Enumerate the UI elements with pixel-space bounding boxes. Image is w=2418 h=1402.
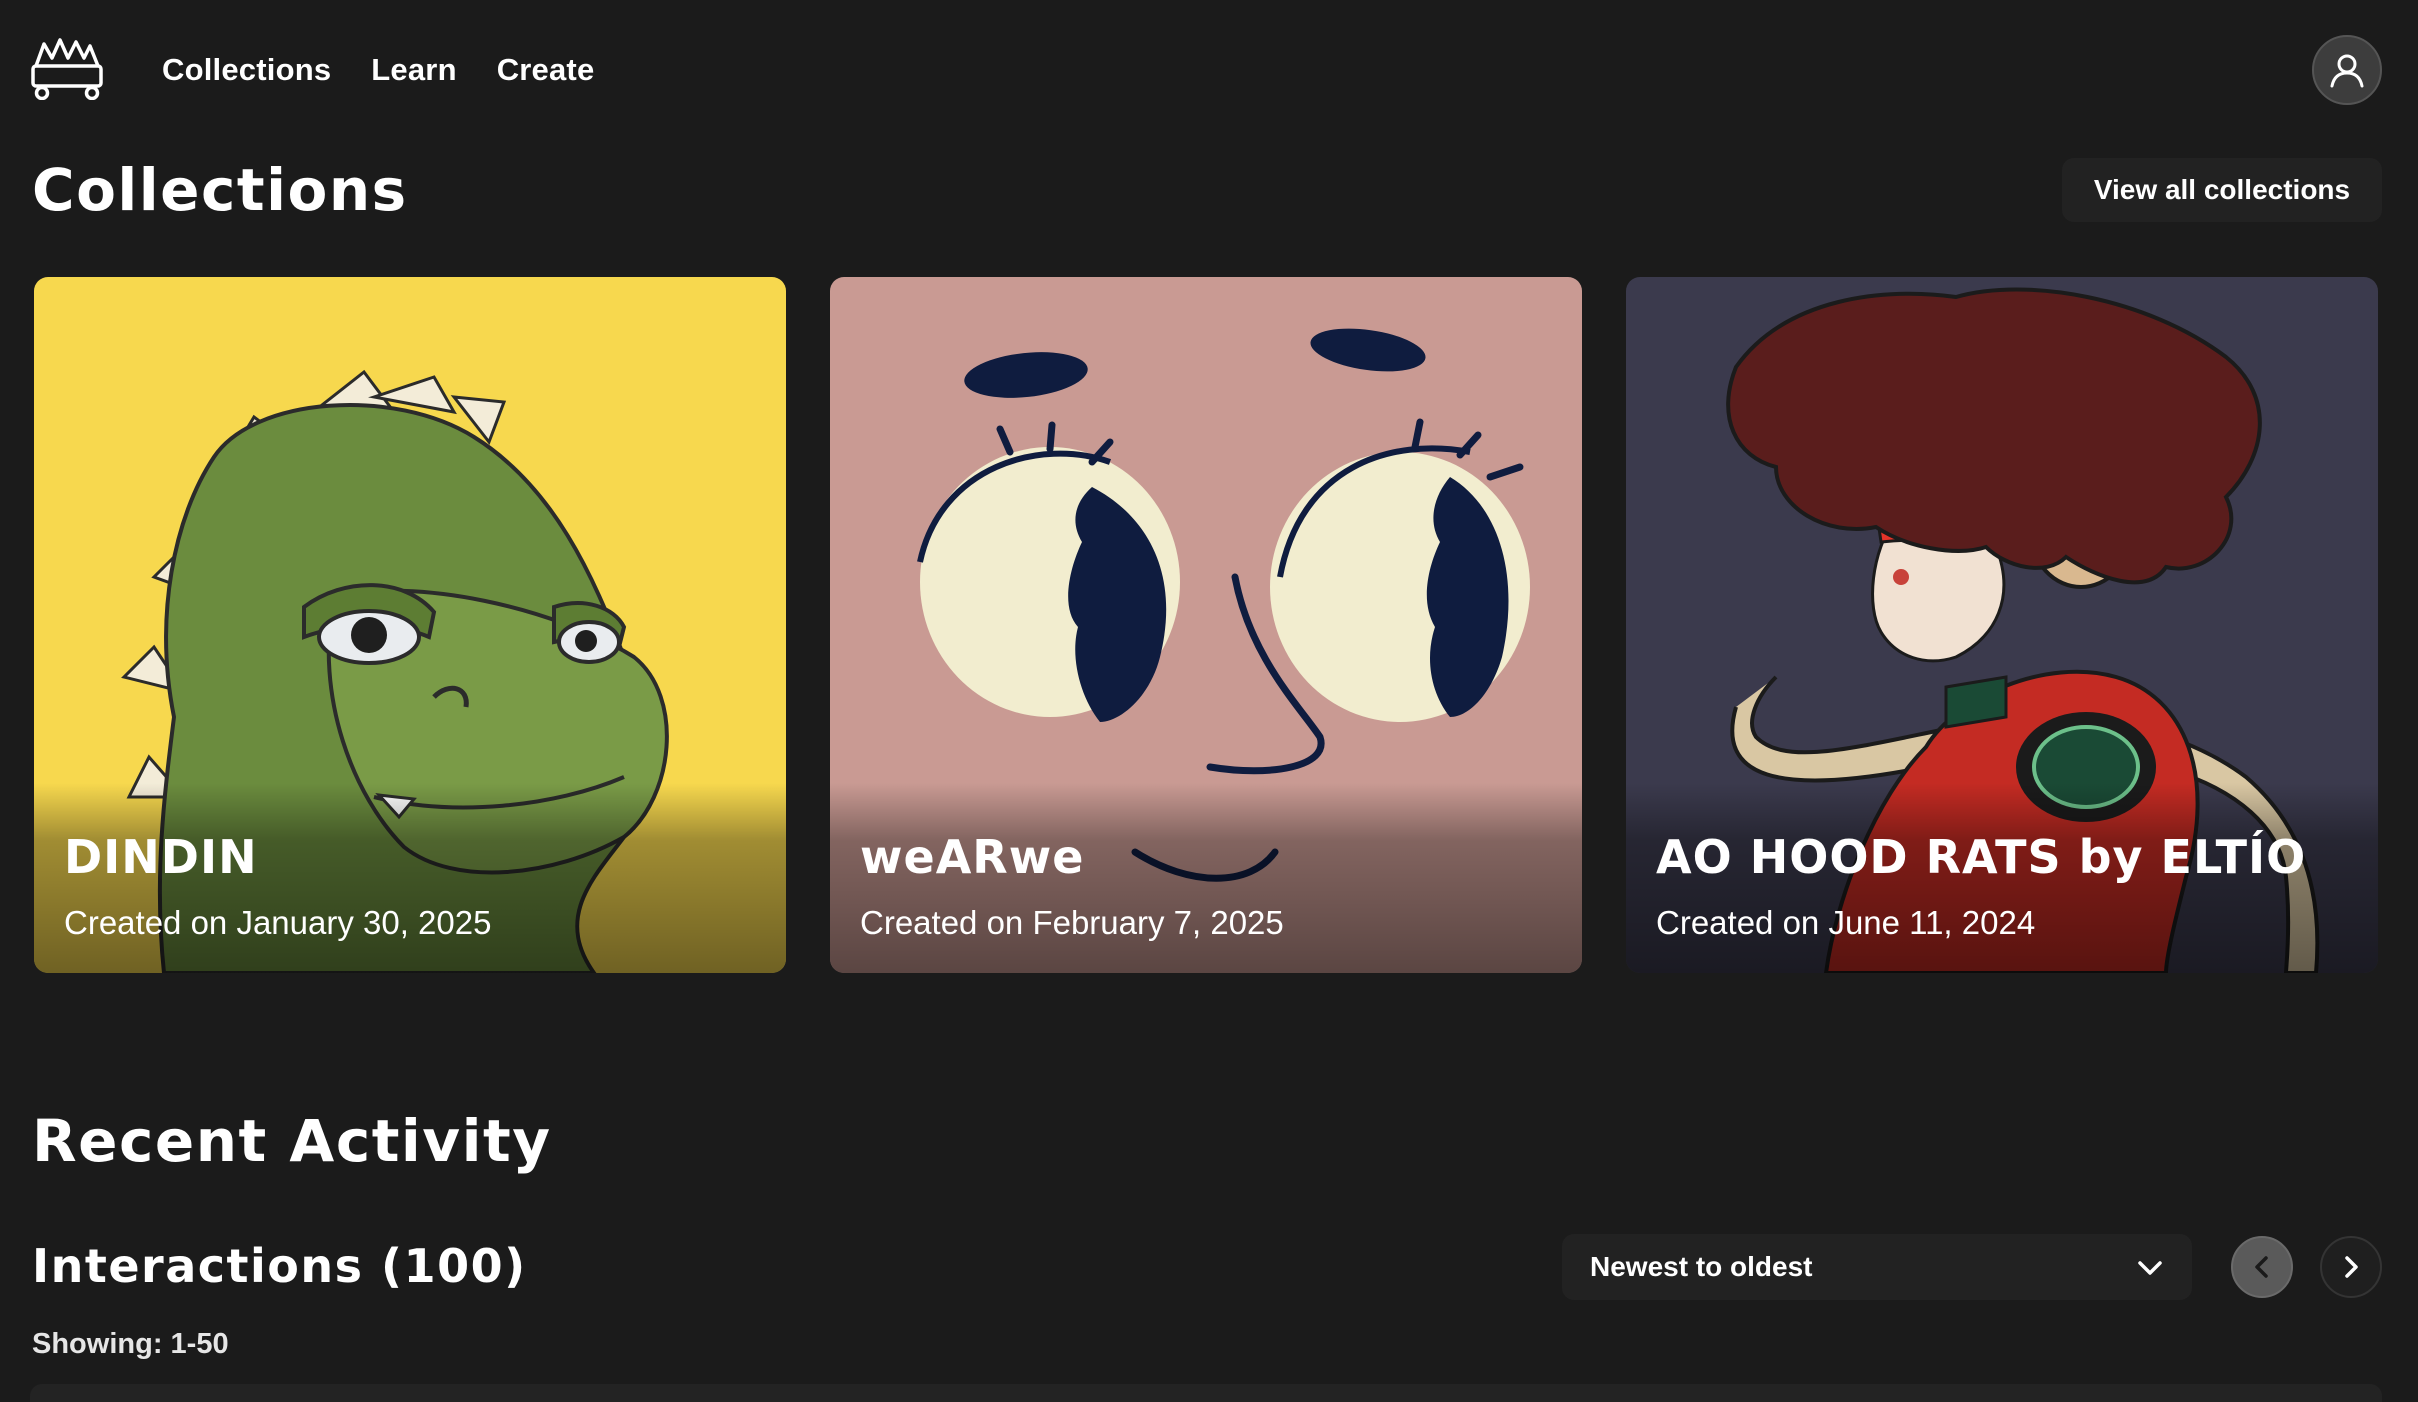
previous-page-button[interactable] <box>2231 1236 2293 1298</box>
interactions-heading: Interactions (100) <box>32 1239 527 1293</box>
interactions-table <box>30 1384 2382 1402</box>
profile-button[interactable] <box>2312 35 2382 105</box>
view-all-collections-button[interactable]: View all collections <box>2062 158 2382 222</box>
top-nav: Collections Learn Create <box>0 0 2418 140</box>
showing-range: Showing: 1-50 <box>32 1328 229 1360</box>
collections-heading: Collections <box>32 156 408 224</box>
sort-selected-value: Newest to oldest <box>1590 1251 1813 1282</box>
crown-cart-logo-icon[interactable] <box>30 36 104 100</box>
collection-date: Created on February 7, 2025 <box>860 904 1284 941</box>
collection-card-wearwe[interactable]: weARwe Created on February 7, 2025 <box>830 277 1582 973</box>
next-page-button[interactable] <box>2320 1236 2382 1298</box>
chevron-right-icon <box>2345 1256 2358 1278</box>
recent-activity-heading: Recent Activity <box>32 1107 552 1175</box>
main-nav: Collections Learn Create <box>162 46 594 94</box>
collection-title: weARwe <box>860 830 1085 884</box>
collection-card-ao-hood-rats[interactable]: AO HOOD RATS by ELTÍO Created on June 11… <box>1626 277 2378 973</box>
nav-link-learn[interactable]: Learn <box>371 46 456 94</box>
chevron-left-icon <box>2255 1256 2268 1278</box>
collection-date: Created on June 11, 2024 <box>1656 904 2036 941</box>
user-icon <box>2330 54 2364 88</box>
collection-card-dindin[interactable]: DINDIN Created on January 30, 2025 <box>34 277 786 973</box>
page: Collections Learn Create Collections Vie… <box>0 0 2418 1402</box>
nav-link-collections[interactable]: Collections <box>162 46 331 94</box>
collection-date: Created on January 30, 2025 <box>64 904 492 941</box>
collection-title: DINDIN <box>64 830 258 884</box>
nav-link-create[interactable]: Create <box>497 46 595 94</box>
sort-dropdown[interactable]: Newest to oldest <box>1562 1234 2192 1300</box>
chevron-down-icon <box>2138 1261 2162 1275</box>
collection-title: AO HOOD RATS by ELTÍO <box>1656 830 2307 884</box>
